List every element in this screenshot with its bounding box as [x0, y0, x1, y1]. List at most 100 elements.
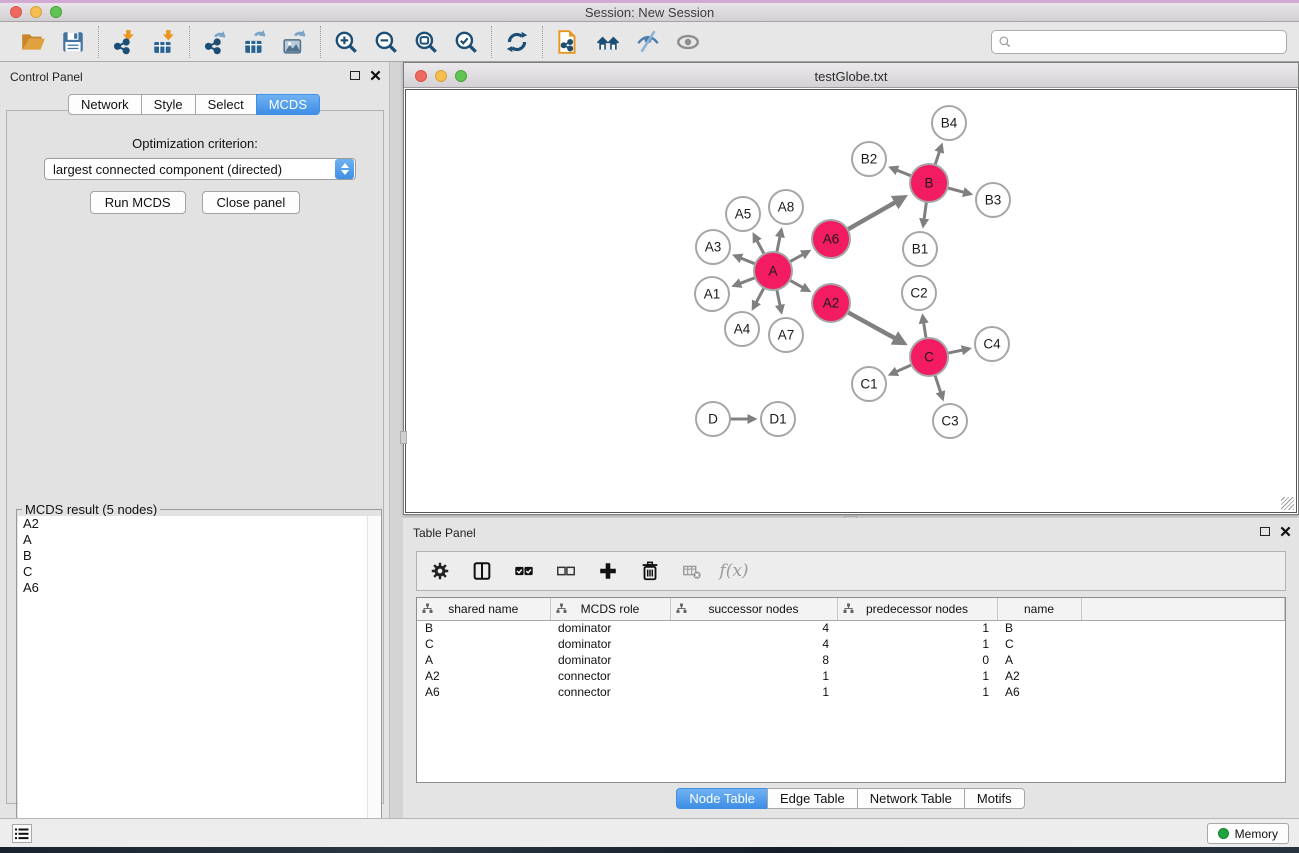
edge-C-C3[interactable] [935, 375, 943, 399]
edge-A-A2[interactable] [790, 280, 809, 290]
memory-button[interactable]: Memory [1207, 823, 1289, 844]
search-input[interactable] [991, 30, 1287, 54]
edge-A2-C[interactable] [848, 312, 904, 343]
gear-icon[interactable] [427, 558, 453, 584]
column-header-shared-name[interactable]: shared name [417, 598, 550, 620]
columns-icon[interactable] [469, 558, 495, 584]
table-row[interactable]: A6connector11A6 [417, 684, 1285, 700]
tab-network[interactable]: Network [68, 94, 142, 115]
graph-node-A2[interactable]: A2 [812, 284, 850, 322]
edge-A-A1[interactable] [734, 278, 755, 286]
task-history-icon[interactable] [12, 824, 32, 843]
new-network-from-selection-icon[interactable] [553, 27, 583, 57]
float-panel-icon[interactable] [350, 71, 360, 80]
run-mcds-button[interactable]: Run MCDS [90, 191, 186, 214]
edge-A-A7[interactable] [777, 290, 782, 312]
edge-A6-B[interactable] [847, 197, 903, 229]
table-tab-motifs[interactable]: Motifs [964, 788, 1025, 809]
export-image-icon[interactable] [280, 27, 310, 57]
vertical-splitter-handle[interactable] [400, 431, 407, 444]
float-table-panel-icon[interactable] [1260, 527, 1270, 536]
select-all-icon[interactable] [511, 558, 537, 584]
graph-node-B3[interactable]: B3 [976, 183, 1010, 217]
graph-node-C3[interactable]: C3 [933, 404, 967, 438]
export-network-icon[interactable] [200, 27, 230, 57]
graph-node-B4[interactable]: B4 [932, 106, 966, 140]
column-header-predecessor-nodes[interactable]: predecessor nodes [837, 598, 997, 620]
edge-B-B2[interactable] [891, 168, 911, 176]
graph-node-A1[interactable]: A1 [695, 277, 729, 311]
edge-A-A4[interactable] [753, 288, 764, 308]
zoom-out-icon[interactable] [371, 27, 401, 57]
table-tab-edge-table[interactable]: Edge Table [767, 788, 858, 809]
graph-node-C1[interactable]: C1 [852, 367, 886, 401]
network-window-titlebar[interactable]: testGlobe.txt [404, 63, 1298, 88]
add-column-icon[interactable] [595, 558, 621, 584]
graph-node-B2[interactable]: B2 [852, 142, 886, 176]
show-all-icon[interactable] [673, 27, 703, 57]
open-file-icon[interactable] [18, 27, 48, 57]
function-builder-icon[interactable]: f(x) [721, 558, 747, 584]
graph-node-A3[interactable]: A3 [696, 230, 730, 264]
edge-B-B1[interactable] [923, 202, 926, 226]
edge-C-C1[interactable] [891, 365, 912, 375]
edge-C-C2[interactable] [923, 316, 926, 338]
table-row[interactable]: Cdominator41C [417, 636, 1285, 652]
result-item-a2[interactable]: A2 [18, 516, 381, 532]
close-panel-icon[interactable] [370, 70, 381, 81]
edge-A-A3[interactable] [735, 256, 755, 264]
edge-B-B4[interactable] [935, 145, 942, 165]
graph-node-A4[interactable]: A4 [725, 312, 759, 346]
delete-icon[interactable] [637, 558, 663, 584]
result-item-a6[interactable]: A6 [18, 580, 381, 596]
zoom-in-icon[interactable] [331, 27, 361, 57]
tab-mcds[interactable]: MCDS [256, 94, 320, 115]
save-session-icon[interactable] [58, 27, 88, 57]
network-canvas[interactable]: B4B2BB3A5A8A6A3B1AC2A1A2A4A7C4CC1C3DD1 [405, 89, 1297, 513]
result-item-a[interactable]: A [18, 532, 381, 548]
column-header-successor-nodes[interactable]: successor nodes [670, 598, 837, 620]
close-table-panel-icon[interactable] [1280, 526, 1291, 537]
column-header-name[interactable]: name [997, 598, 1081, 620]
column-header-mcds-role[interactable]: MCDS role [550, 598, 670, 620]
graph-node-C2[interactable]: C2 [902, 276, 936, 310]
zoom-fit-icon[interactable] [411, 27, 441, 57]
graph-node-A6[interactable]: A6 [812, 220, 850, 258]
graph-node-C[interactable]: C [910, 338, 948, 376]
import-table-icon[interactable] [149, 27, 179, 57]
graph-node-C4[interactable]: C4 [975, 327, 1009, 361]
edge-A-A8[interactable] [777, 230, 782, 252]
deselect-all-icon[interactable] [553, 558, 579, 584]
table-row[interactable]: Adominator80A [417, 652, 1285, 668]
edge-B-B3[interactable] [947, 188, 970, 194]
graph-node-A5[interactable]: A5 [726, 197, 760, 231]
resize-grip[interactable] [1281, 497, 1294, 510]
graph-node-A[interactable]: A [754, 252, 792, 290]
tab-select[interactable]: Select [195, 94, 257, 115]
graph-node-A7[interactable]: A7 [769, 318, 803, 352]
result-item-c[interactable]: C [18, 564, 381, 580]
result-item-b[interactable]: B [18, 548, 381, 564]
edge-A-A5[interactable] [754, 235, 764, 254]
node-table[interactable]: shared nameMCDS rolesuccessor nodesprede… [416, 597, 1286, 783]
zoom-selected-icon[interactable] [451, 27, 481, 57]
table-row[interactable]: Bdominator41B [417, 620, 1285, 636]
graph-node-A8[interactable]: A8 [769, 190, 803, 224]
edge-C-C4[interactable] [948, 349, 969, 353]
table-row[interactable]: A2connector11A2 [417, 668, 1285, 684]
refresh-icon[interactable] [502, 27, 532, 57]
criterion-dropdown[interactable]: largest connected component (directed) [44, 158, 356, 180]
first-neighbors-icon[interactable] [593, 27, 623, 57]
export-table-icon[interactable] [240, 27, 270, 57]
table-tab-network-table[interactable]: Network Table [857, 788, 965, 809]
graph-node-D1[interactable]: D1 [761, 402, 795, 436]
network-graph[interactable]: B4B2BB3A5A8A6A3B1AC2A1A2A4A7C4CC1C3DD1 [406, 90, 1296, 512]
hide-selected-icon[interactable] [633, 27, 663, 57]
search-field[interactable] [1016, 35, 1280, 49]
graph-node-D[interactable]: D [696, 402, 730, 436]
tab-style[interactable]: Style [141, 94, 196, 115]
mcds-result-list[interactable]: A2ABCA6 [18, 516, 381, 846]
result-scrollbar[interactable] [367, 516, 381, 846]
edge-A-A6[interactable] [790, 251, 809, 261]
close-panel-button[interactable]: Close panel [202, 191, 301, 214]
